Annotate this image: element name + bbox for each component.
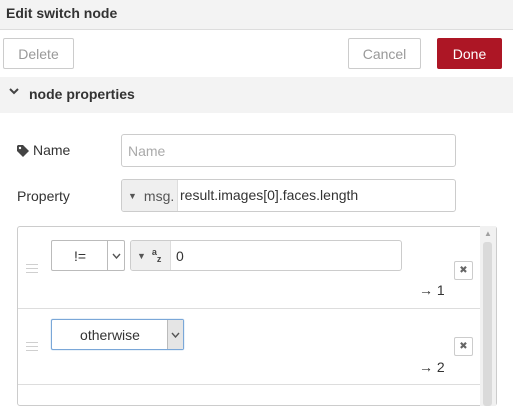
name-input[interactable] xyxy=(121,134,456,167)
string-type-icon: az xyxy=(151,246,162,264)
caret-down-icon: ▼ xyxy=(128,190,137,201)
rule-row: otherwise ✖ → 2 xyxy=(18,309,480,385)
rule-operator-select[interactable]: otherwise xyxy=(51,319,184,350)
rule-value-input[interactable]: ▼ az 0 xyxy=(130,240,402,271)
rules-list: != ▼ az 0 ✖ → 1 otherwise ✖ → 2 xyxy=(17,226,497,406)
name-label-text: Name xyxy=(33,142,71,158)
rule-row: != ▼ az 0 ✖ → 1 xyxy=(18,227,480,309)
section-label: node properties xyxy=(29,86,135,102)
name-field-label: Name xyxy=(17,142,70,158)
node-properties-section-header[interactable]: node properties xyxy=(0,77,513,113)
remove-rule-button[interactable]: ✖ xyxy=(454,261,473,280)
property-field-label: Property xyxy=(17,188,70,204)
property-type-label: msg. xyxy=(143,187,175,204)
dialog-title: Edit switch node xyxy=(6,5,118,21)
property-value[interactable]: result.images[0].faces.length xyxy=(180,187,358,203)
rule-operator-select[interactable]: != xyxy=(51,240,125,271)
dialog-titlebar: Edit switch node xyxy=(0,0,513,30)
tag-icon xyxy=(17,144,29,157)
rules-scrollbar[interactable]: ▲ xyxy=(480,226,496,406)
chevron-down-icon xyxy=(9,86,19,98)
done-button[interactable]: Done xyxy=(437,38,502,69)
delete-button[interactable]: Delete xyxy=(3,38,74,69)
caret-down-icon: ▼ xyxy=(137,250,146,261)
chevron-down-icon xyxy=(107,241,124,270)
close-icon: ✖ xyxy=(459,265,468,276)
scroll-up-icon[interactable]: ▲ xyxy=(484,229,492,238)
rule-value[interactable]: 0 xyxy=(176,248,184,264)
chevron-down-icon xyxy=(167,320,183,349)
drag-handle-icon[interactable] xyxy=(26,342,38,351)
close-icon: ✖ xyxy=(459,341,468,352)
remove-rule-button[interactable]: ✖ xyxy=(454,337,473,356)
property-input[interactable]: ▼ msg. result.images[0].faces.length xyxy=(121,179,456,212)
scrollbar-thumb[interactable] xyxy=(483,242,492,406)
drag-handle-icon[interactable] xyxy=(26,264,38,273)
rule-operator-value: != xyxy=(73,248,87,264)
rule-value-type-select[interactable]: ▼ az xyxy=(131,241,171,270)
rule-operator-value: otherwise xyxy=(80,327,140,343)
cancel-button[interactable]: Cancel xyxy=(348,38,421,69)
property-type-select[interactable]: ▼ msg. xyxy=(122,180,178,211)
rule-output-label: → 2 xyxy=(419,359,445,375)
rule-output-label: → 1 xyxy=(419,282,445,298)
